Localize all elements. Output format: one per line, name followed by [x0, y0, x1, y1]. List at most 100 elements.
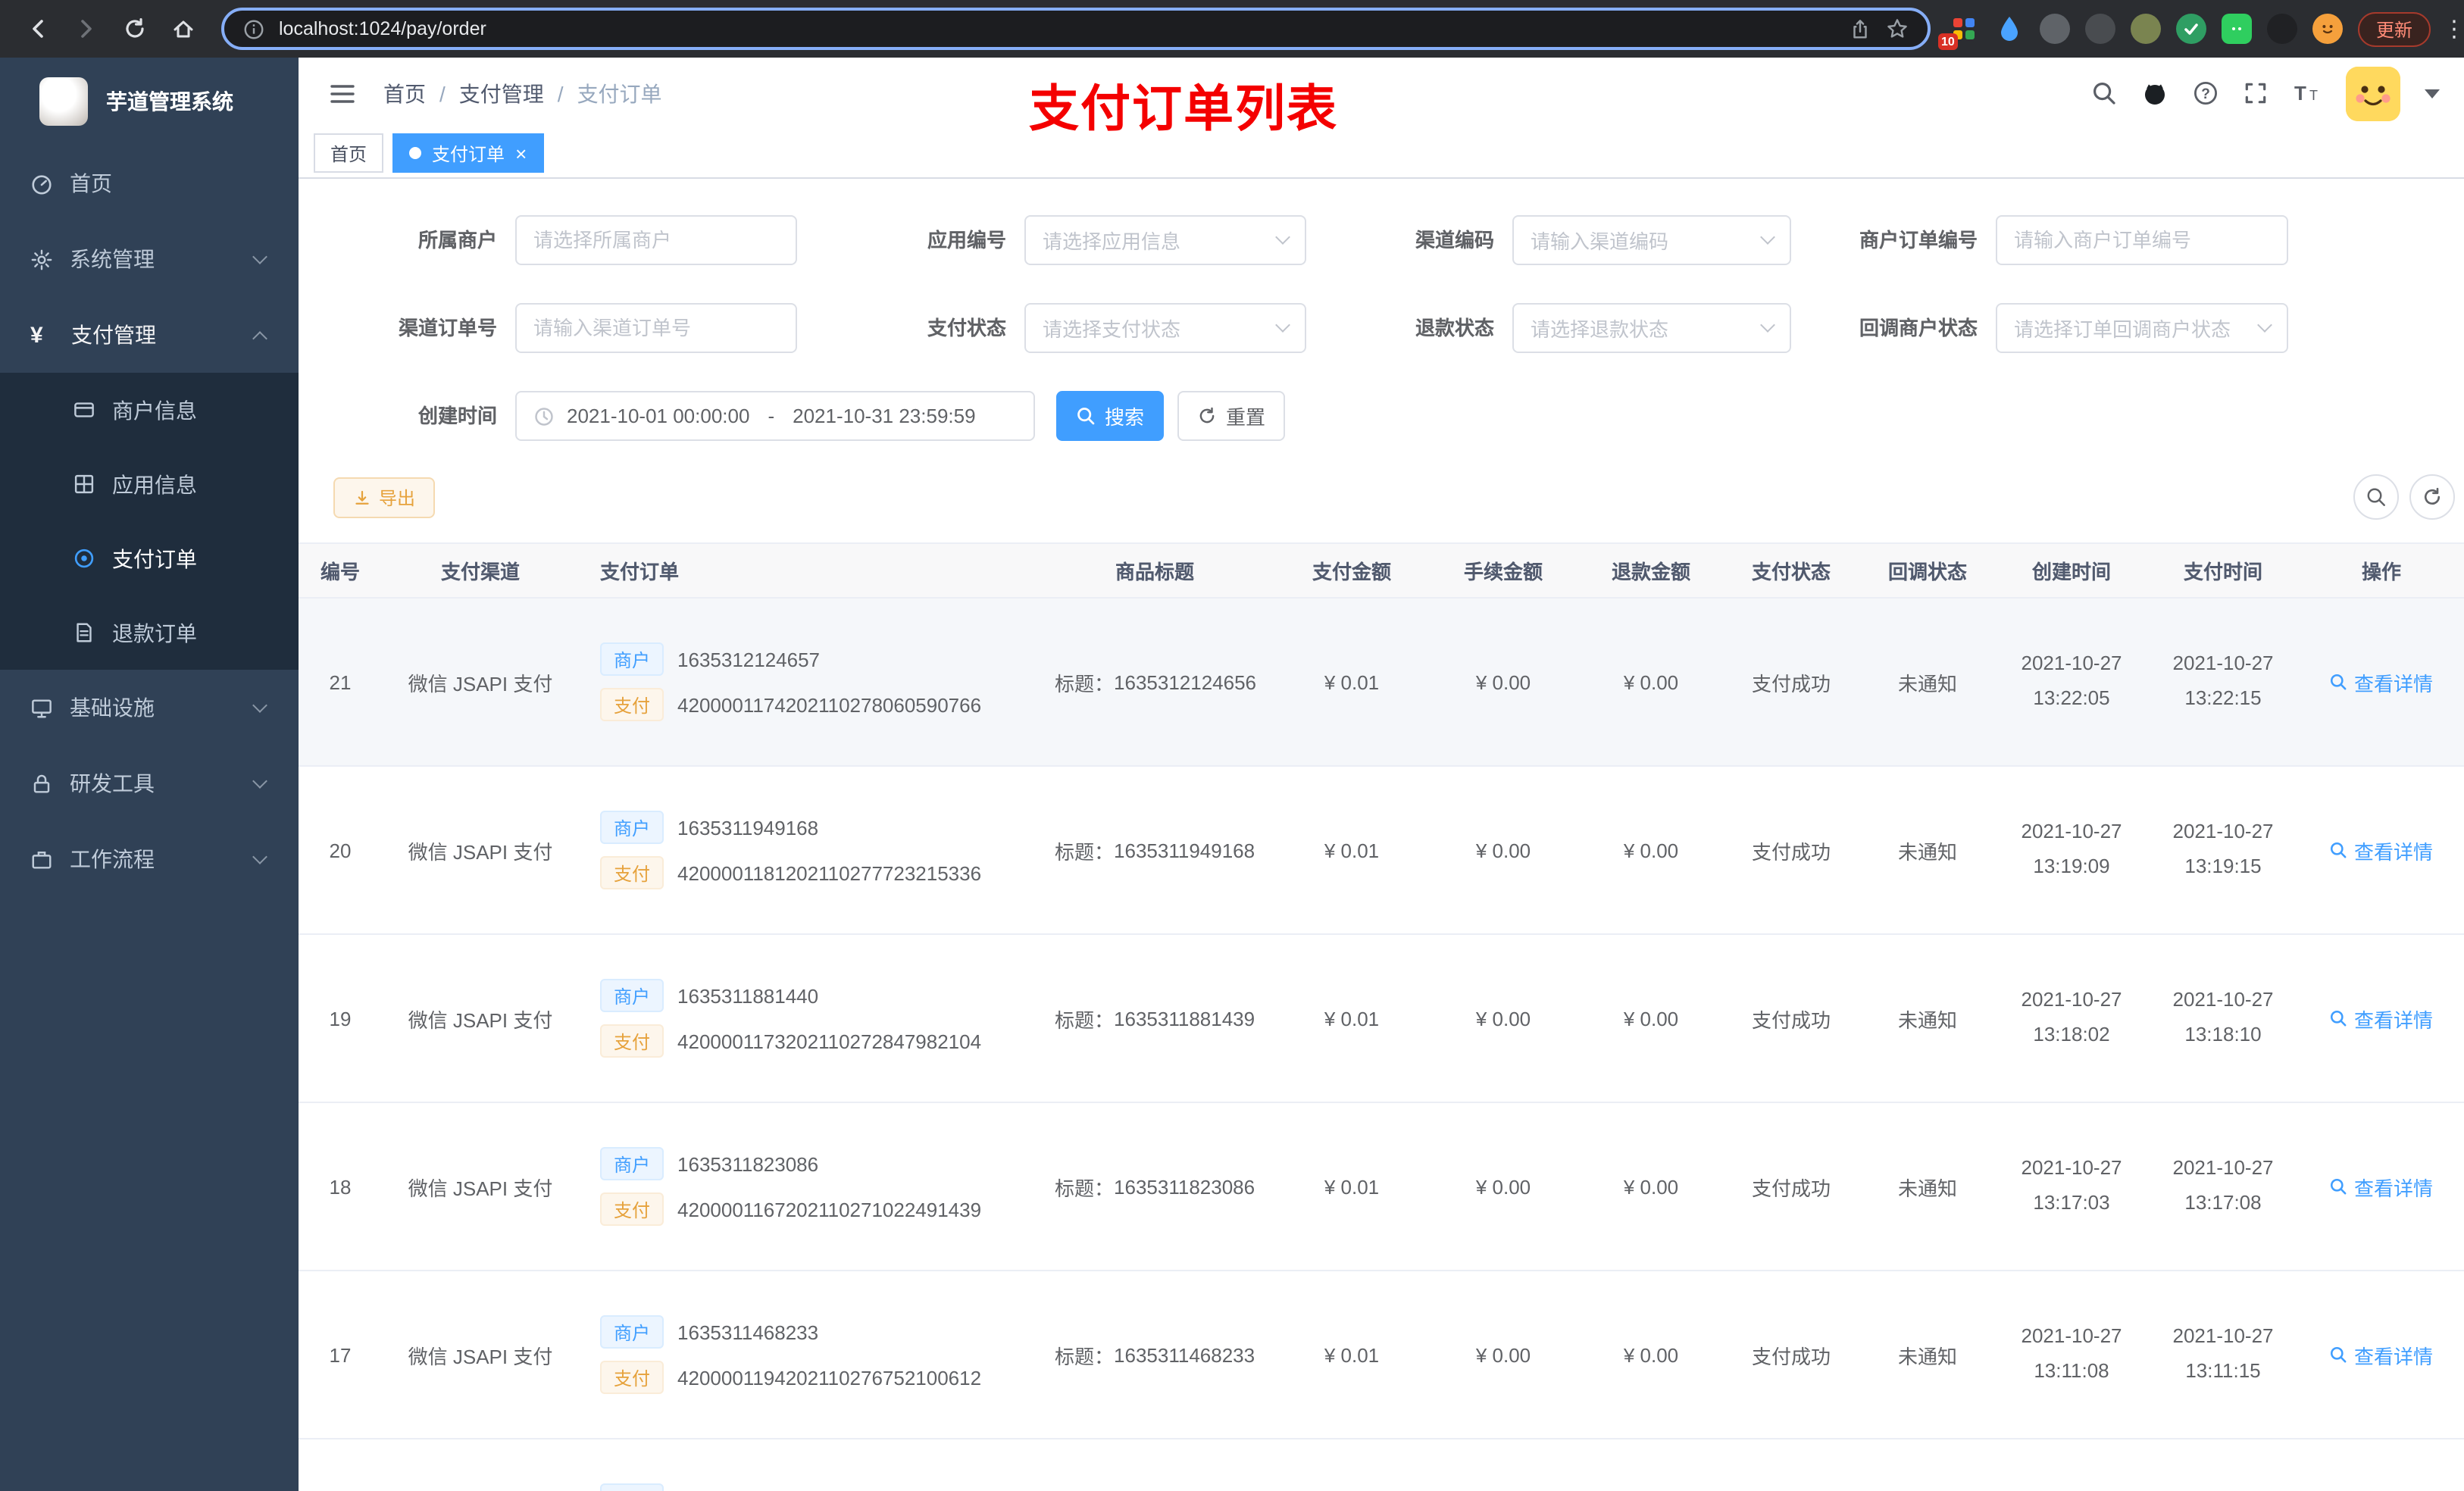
- search-icon[interactable]: [2091, 80, 2117, 106]
- sidebar-item-pay-order[interactable]: 支付订单: [0, 521, 299, 595]
- url-text[interactable]: localhost:1024/pay/order: [279, 18, 1835, 39]
- sidebar-item-dev-tools[interactable]: 研发工具: [0, 746, 299, 821]
- url-bar[interactable]: localhost:1024/pay/order: [221, 8, 1931, 50]
- app-logo[interactable]: 芋道管理系统: [0, 58, 299, 145]
- channel-order-no-input[interactable]: [515, 303, 797, 353]
- title-prefix: 标题：: [1055, 1345, 1115, 1368]
- cell-channel: 微信 JSAPI 支付: [408, 1008, 553, 1031]
- export-button[interactable]: 导出: [333, 477, 435, 518]
- browser-forward-button[interactable]: [64, 6, 109, 52]
- sidebar-label-infrastructure: 基础设施: [70, 695, 155, 720]
- extension-emoji-icon[interactable]: [2312, 14, 2343, 44]
- cell-pay-order: 商户 1635311949168 支付 42000011812021102777…: [579, 767, 1033, 933]
- close-tab-icon[interactable]: ×: [515, 143, 527, 163]
- record-icon: [73, 547, 95, 570]
- extension-pin-icon[interactable]: [2267, 14, 2297, 44]
- view-detail-link[interactable]: 查看详情: [2330, 1172, 2433, 1201]
- view-detail-link[interactable]: 查看详情: [2330, 667, 2433, 696]
- download-icon: [353, 489, 371, 507]
- table-row[interactable]: 21 微信 JSAPI 支付 商户 1635312124657 支付 42000…: [299, 599, 2464, 767]
- bookmark-star-icon[interactable]: [1885, 17, 1909, 41]
- cell-create-time: 2021-10-27 13:18:02: [2021, 988, 2122, 1046]
- date-range-end[interactable]: 2021-10-31 23:59:59: [793, 405, 975, 427]
- view-detail-link[interactable]: 查看详情: [2330, 836, 2433, 864]
- title-prefix: 标题：: [1055, 672, 1115, 695]
- tab-pay-order[interactable]: 支付订单 ×: [392, 133, 544, 173]
- breadcrumb-home[interactable]: 首页: [383, 78, 426, 108]
- cell-pay-time: 2021-10-27 13:19:15: [2172, 820, 2274, 878]
- table-row[interactable]: 20 微信 JSAPI 支付 商户 1635311949168 支付 42000…: [299, 767, 2464, 935]
- browser-update-button[interactable]: 更新: [2358, 11, 2431, 46]
- channel-pay-no: 4200001167202110271022491439: [677, 1198, 982, 1221]
- extension-dark-icon[interactable]: [2085, 14, 2115, 44]
- filter-label-pay-status: 支付状态: [927, 317, 1006, 339]
- sidebar-label-merchant-info: 商户信息: [112, 398, 197, 422]
- help-icon[interactable]: ?: [2193, 80, 2219, 106]
- site-info-icon[interactable]: [242, 17, 265, 40]
- extension-palette-icon[interactable]: 10: [1938, 14, 1979, 50]
- filter-label-callback-status: 回调商户状态: [1859, 317, 1978, 339]
- callback-status-placeholder: 请选择订单回调商户状态: [2014, 318, 2231, 341]
- pay-status-select[interactable]: 请选择支付状态: [1024, 303, 1306, 353]
- app-no-select[interactable]: 请选择应用信息: [1024, 215, 1306, 265]
- create-time-range-picker[interactable]: 2021-10-01 00:00:00 - 2021-10-31 23:59:5…: [515, 391, 1035, 441]
- reset-button[interactable]: 重置: [1177, 391, 1285, 441]
- table-row[interactable]: 商户 163531185786 支付 标题：: [299, 1439, 2464, 1491]
- app-title: 芋道管理系统: [106, 89, 233, 114]
- browser-menu-icon[interactable]: ⋮: [2443, 15, 2464, 42]
- user-avatar[interactable]: [2346, 66, 2400, 120]
- refresh-table-button[interactable]: [2409, 474, 2455, 520]
- sidebar-item-refund-order[interactable]: 退款订单: [0, 595, 299, 670]
- cell-channel: 微信 JSAPI 支付: [408, 1345, 553, 1368]
- date-range-start[interactable]: 2021-10-01 00:00:00: [567, 405, 749, 427]
- sidebar-item-payment[interactable]: ¥ 支付管理: [0, 297, 299, 373]
- sidebar-toggle-icon[interactable]: [323, 73, 362, 113]
- github-icon[interactable]: [2141, 80, 2169, 107]
- extension-chat-icon[interactable]: [2222, 14, 2252, 44]
- sidebar-item-home[interactable]: 首页: [0, 145, 299, 221]
- merchant-order-no-input[interactable]: [1996, 215, 2288, 265]
- sidebar-item-workflow[interactable]: 工作流程: [0, 821, 299, 897]
- share-icon[interactable]: [1849, 17, 1871, 40]
- fullscreen-icon[interactable]: [2243, 80, 2269, 106]
- column-header-action: 操作: [2361, 561, 2401, 583]
- cell-create-time: 2021-10-27 13:19:09: [2021, 820, 2122, 878]
- refund-status-placeholder: 请选择退款状态: [1531, 318, 1669, 341]
- table-row[interactable]: 18 微信 JSAPI 支付 商户 1635311823086 支付 42000…: [299, 1103, 2464, 1271]
- sidebar-item-merchant-info[interactable]: 商户信息: [0, 373, 299, 447]
- table-row[interactable]: 17 微信 JSAPI 支付 商户 1635311468233 支付 42000…: [299, 1271, 2464, 1439]
- yen-icon: ¥: [30, 322, 43, 348]
- browser-home-button[interactable]: [161, 6, 206, 52]
- avatar-dropdown-icon[interactable]: [2425, 89, 2440, 98]
- sidebar-label-pay-order: 支付订单: [112, 546, 197, 570]
- search-button[interactable]: 搜索: [1056, 391, 1164, 441]
- font-size-icon[interactable]: TT: [2293, 80, 2322, 106]
- extension-gray-icon[interactable]: [2040, 14, 2070, 44]
- extension-check-icon[interactable]: [2176, 14, 2206, 44]
- clock-icon: [533, 405, 555, 427]
- browser-back-button[interactable]: [15, 6, 61, 52]
- column-header-status: 支付状态: [1751, 561, 1831, 583]
- document-icon: [73, 621, 95, 644]
- merchant-input[interactable]: [515, 215, 797, 265]
- merchant-order-no: 1635311468233: [677, 1321, 819, 1343]
- breadcrumb-section[interactable]: 支付管理: [459, 78, 544, 108]
- cell-status: 支付成功: [1751, 1345, 1831, 1368]
- date-range-separator: -: [768, 405, 775, 427]
- merchant-order-no: 1635311881440: [677, 984, 819, 1007]
- extension-olive-icon[interactable]: [2131, 14, 2161, 44]
- toggle-search-button[interactable]: [2353, 474, 2399, 520]
- cell-action: 查看详情: [2299, 1271, 2464, 1438]
- sidebar-item-system[interactable]: 系统管理: [0, 221, 299, 297]
- extension-drop-icon[interactable]: [1994, 14, 2025, 44]
- sidebar-item-infrastructure[interactable]: 基础设施: [0, 670, 299, 746]
- table-row[interactable]: 19 微信 JSAPI 支付 商户 1635311881440 支付 42000…: [299, 935, 2464, 1103]
- title-prefix: 标题：: [1055, 1008, 1115, 1031]
- sidebar-item-app-info[interactable]: 应用信息: [0, 447, 299, 521]
- filter-label-channel-order-no: 渠道订单号: [398, 317, 497, 339]
- view-detail-link[interactable]: 查看详情: [2330, 1004, 2433, 1033]
- callback-status-select[interactable]: 请选择订单回调商户状态: [1996, 303, 2288, 353]
- tab-home[interactable]: 首页: [314, 133, 384, 173]
- view-detail-link[interactable]: 查看详情: [2330, 1340, 2433, 1369]
- browser-reload-button[interactable]: [112, 6, 158, 52]
